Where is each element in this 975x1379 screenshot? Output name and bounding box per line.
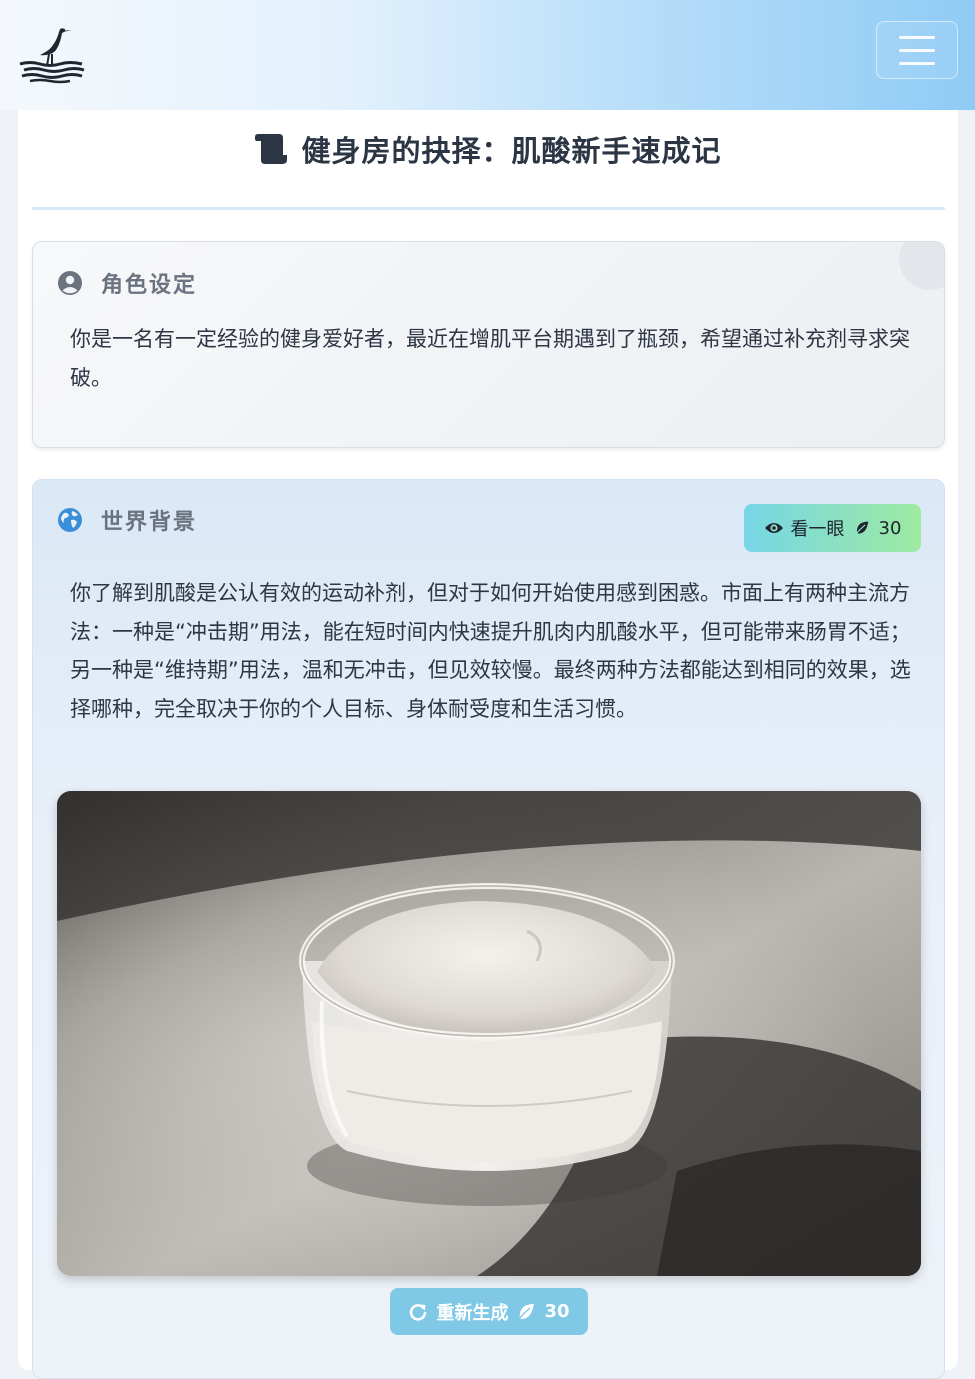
regenerate-cost: 30 [544, 1301, 570, 1322]
regenerate-button-label: 重新生成 [436, 1302, 509, 1324]
user-circle-icon [58, 271, 82, 295]
redo-icon [410, 1303, 427, 1321]
role-panel-label: 角色设定 [101, 273, 198, 298]
decorative-circle [899, 242, 944, 290]
role-panel-header: 角色设定 [57, 267, 197, 299]
globe-icon [58, 508, 82, 532]
title-divider [32, 207, 945, 210]
scroll-icon [255, 134, 288, 164]
world-panel-label: 世界背景 [101, 510, 198, 535]
regenerate-button[interactable]: 重新生成 30 [390, 1288, 588, 1335]
hamburger-menu-icon [899, 35, 935, 39]
top-header [0, 0, 975, 110]
role-setting-panel: 角色设定 你是一名有一定经验的健身爱好者，最近在增肌平台期遇到了瓶颈，希望通过补… [32, 241, 945, 448]
eye-icon [764, 523, 783, 533]
world-background-panel: 世界背景 看一眼 30 你了解到肌酸是公认有效的运动补剂，但对于如何开始使用感到… [32, 479, 945, 1379]
scene-image-creatine-bowl [57, 791, 921, 1276]
leaf-icon [517, 1303, 535, 1320]
role-description: 你是一名有一定经验的健身爱好者，最近在增肌平台期遇到了瓶颈，希望通过补充剂寻求突… [70, 327, 910, 390]
heron-logo-icon[interactable] [16, 24, 88, 84]
peek-button[interactable]: 看一眼 30 [744, 504, 921, 552]
peek-button-label: 看一眼 [790, 519, 845, 540]
world-panel-header: 世界背景 [57, 504, 197, 536]
page-title-row: 健身房的抉择：肌酸新手速成记 [0, 126, 975, 172]
peek-cost: 30 [878, 517, 902, 539]
hamburger-menu-button[interactable] [876, 21, 958, 79]
page-title: 健身房的抉择：肌酸新手速成记 [301, 134, 722, 168]
leaf-icon [854, 521, 868, 535]
world-description: 你了解到肌酸是公认有效的运动补剂，但对于如何开始使用感到困惑。市面上有两种主流方… [70, 581, 911, 721]
